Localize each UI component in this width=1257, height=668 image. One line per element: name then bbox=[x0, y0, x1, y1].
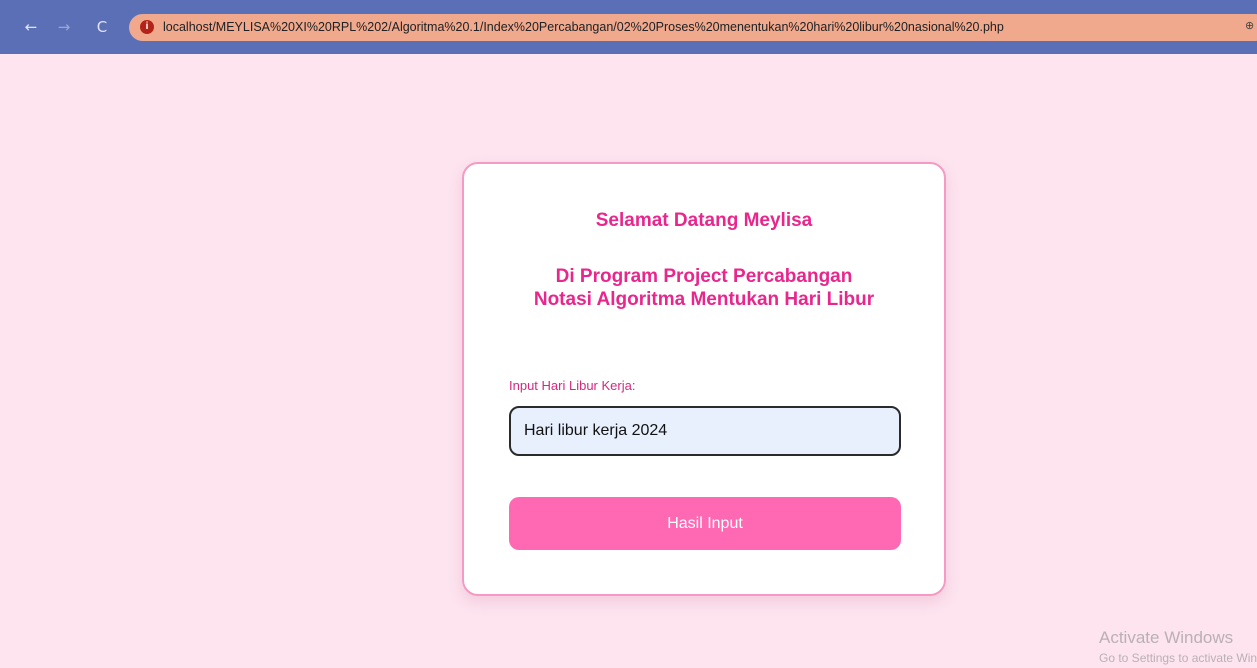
reload-icon[interactable]: C bbox=[92, 17, 112, 37]
url-text[interactable]: localhost/MEYLISA%20XI%20RPL%202/Algorit… bbox=[163, 19, 1004, 36]
activate-windows-watermark: Activate Windows Go to Settings to activ… bbox=[1099, 628, 1257, 665]
input-label: Input Hari Libur Kerja: bbox=[509, 378, 636, 393]
watermark-title: Activate Windows bbox=[1099, 628, 1234, 647]
submit-button[interactable]: Hasil Input bbox=[509, 497, 901, 550]
back-arrow-icon[interactable]: ← bbox=[21, 17, 41, 37]
site-info-icon[interactable]: i bbox=[140, 20, 154, 34]
forward-arrow-icon[interactable]: → bbox=[54, 17, 74, 37]
watermark-subtitle: Go to Settings to activate Windows. bbox=[1099, 651, 1257, 665]
welcome-title: Selamat Datang Meylisa bbox=[595, 210, 813, 231]
address-bar[interactable]: i localhost/MEYLISA%20XI%20RPL%202/Algor… bbox=[129, 14, 1257, 41]
form-card: Selamat Datang Meylisa Di Program Projec… bbox=[462, 162, 946, 596]
browser-toolbar: ← → C i localhost/MEYLISA%20XI%20RPL%202… bbox=[0, 0, 1257, 54]
zoom-icon[interactable]: ⊕ bbox=[1245, 20, 1255, 32]
holiday-input[interactable] bbox=[509, 406, 901, 456]
program-subtitle: Di Program Project Percabangan Notasi Al… bbox=[533, 266, 875, 310]
